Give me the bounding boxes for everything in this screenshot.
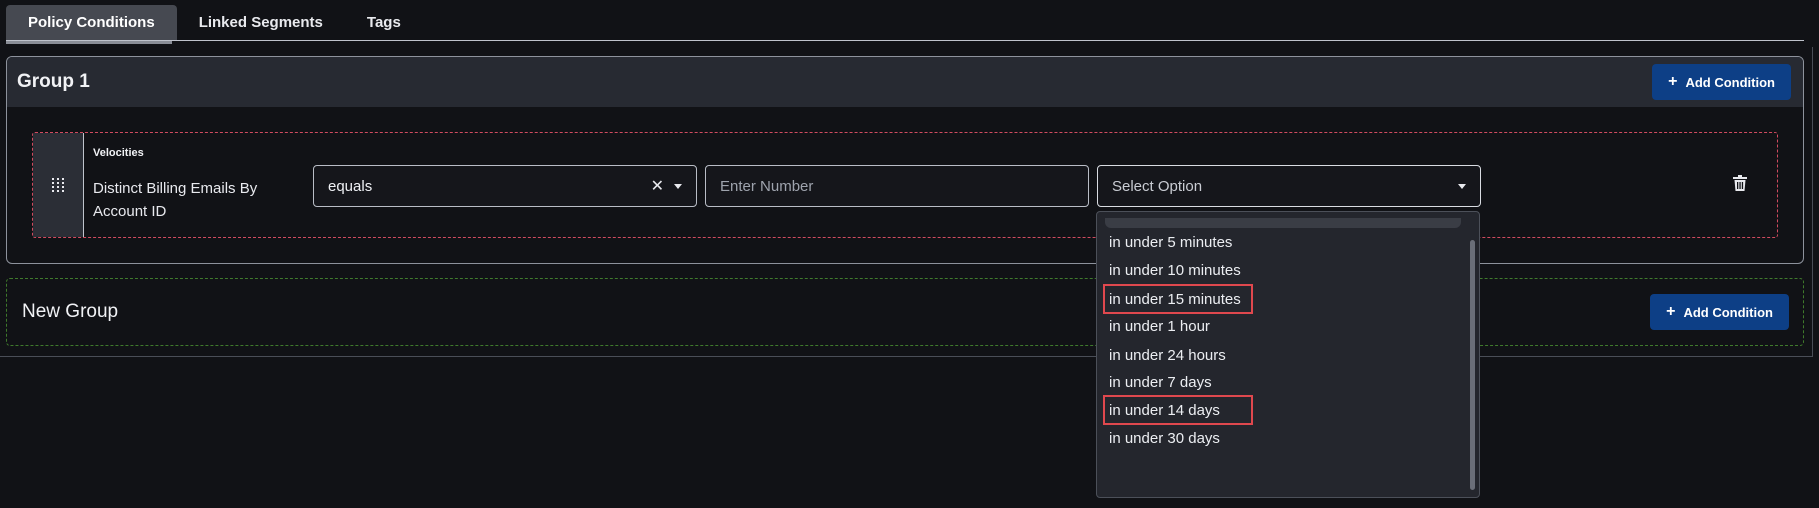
number-field[interactable] [705, 165, 1089, 207]
dropdown-option[interactable]: in under 30 days [1103, 423, 1226, 453]
dropdown-scrollbar[interactable] [1470, 240, 1475, 490]
operator-controls: ✕ [651, 176, 682, 196]
condition-type-label: Velocities [93, 147, 144, 159]
tab-policy-conditions[interactable]: Policy Conditions [6, 5, 177, 40]
operator-select[interactable]: equals ✕ [313, 165, 697, 207]
dropdown-option[interactable]: in under 15 minutes [1103, 284, 1253, 314]
tab-bar: Policy Conditions Linked Segments Tags [6, 5, 1804, 41]
dropdown-option[interactable]: in under 10 minutes [1103, 255, 1247, 285]
plus-icon: + [1668, 73, 1678, 90]
timeframe-dropdown-menu: in under 5 minutes in under 10 minutes i… [1096, 211, 1480, 498]
active-tab-indicator [6, 41, 172, 44]
condition-row: Velocities Distinct Billing Emails By Ac… [32, 132, 1778, 238]
new-group-dropzone[interactable]: New Group + Add Condition [6, 278, 1804, 346]
add-condition-label: Add Condition [1685, 74, 1775, 90]
dropdown-option[interactable]: in under 14 days [1103, 395, 1253, 425]
close-icon[interactable]: ✕ [651, 176, 664, 196]
delete-condition-button[interactable] [1733, 175, 1747, 196]
group-title: Group 1 [17, 71, 90, 92]
dropdown-option[interactable]: in under 5 minutes [1103, 227, 1238, 257]
timeframe-select[interactable]: Select Option [1097, 165, 1481, 207]
plus-icon: + [1666, 303, 1676, 320]
chevron-down-icon[interactable] [1458, 183, 1466, 189]
drag-handle[interactable] [33, 133, 84, 237]
number-input[interactable] [720, 177, 1074, 195]
dropdown-option[interactable]: in under 24 hours [1103, 340, 1232, 370]
chevron-down-icon[interactable] [674, 183, 682, 189]
timeframe-placeholder: Select Option [1112, 177, 1203, 195]
tab-tags[interactable]: Tags [345, 5, 423, 40]
add-condition-label: Add Condition [1683, 304, 1773, 320]
operator-value: equals [328, 177, 373, 195]
add-condition-button[interactable]: + Add Condition [1652, 64, 1791, 100]
trash-icon [1733, 175, 1747, 191]
policy-editor: Policy Conditions Linked Segments Tags G… [0, 0, 1819, 508]
drag-handle-icon [52, 178, 64, 192]
new-group-title: New Group [22, 301, 119, 322]
dropdown-option[interactable]: in under 1 hour [1103, 311, 1216, 341]
condition-name: Distinct Billing Emails By Account ID [93, 180, 258, 220]
add-condition-button[interactable]: + Add Condition [1650, 294, 1789, 330]
dropdown-option[interactable]: in under 7 days [1103, 367, 1218, 397]
condition-meta: Velocities Distinct Billing Emails By Ac… [93, 147, 293, 223]
tab-linked-segments[interactable]: Linked Segments [177, 5, 345, 40]
group-header: Group 1 + Add Condition [7, 57, 1803, 107]
